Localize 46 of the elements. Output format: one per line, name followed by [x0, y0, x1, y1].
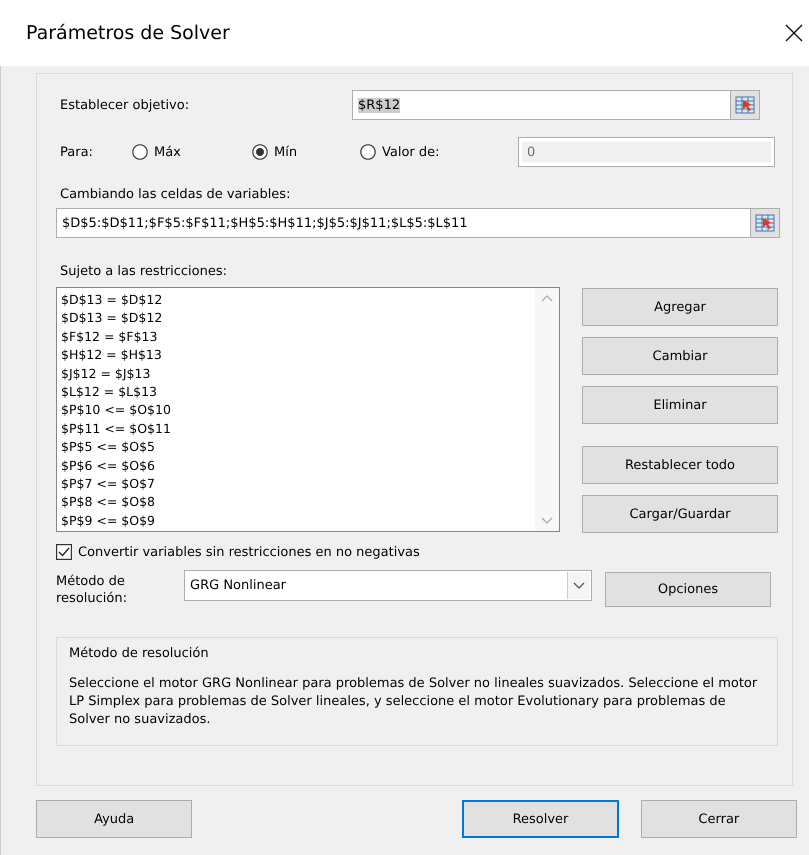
- constraint-item[interactable]: $H$12 = $H$13: [61, 346, 531, 365]
- variables-label: Cambiando las celdas de variables:: [59, 187, 292, 202]
- radio-label[interactable]: Máx: [154, 144, 181, 160]
- variables-field[interactable]: $D$5:$D$11;$F$5:$F$11;$H$5:$H$11;$J$5:$J$11;$L$5:$L$11: [56, 208, 780, 238]
- objective-label: Establecer objetivo:: [59, 98, 190, 112]
- constraint-button[interactable]: Eliminar: [582, 386, 778, 424]
- constraint-button[interactable]: Cargar/Guardar: [582, 495, 778, 533]
- range-select-icon[interactable]: [735, 96, 755, 114]
- dialog-button[interactable]: Ayuda: [36, 800, 192, 838]
- radio-button[interactable]: [252, 144, 268, 160]
- description-title: Método de resolución: [69, 646, 210, 661]
- constraint-item[interactable]: $P$9 <= $O$9: [61, 512, 531, 530]
- constraint-item[interactable]: $D$13 = $D$12: [61, 309, 531, 328]
- constraint-button[interactable]: Restablecer todo: [582, 446, 778, 484]
- constraint-item[interactable]: $P$11 <= $O$11: [61, 420, 531, 438]
- constraint-item[interactable]: $P$5 <= $O$5: [61, 438, 531, 457]
- checkbox[interactable]: [56, 544, 72, 560]
- constraint-item[interactable]: $L$12 = $L$13: [61, 383, 531, 402]
- constraint-item[interactable]: $D$13 = $D$12: [61, 291, 531, 310]
- constraint-item[interactable]: $P$8 <= $O$8: [61, 493, 531, 512]
- dialog-button[interactable]: Resolver: [462, 800, 619, 838]
- checkbox-label[interactable]: Convertir variables sin restricciones en no negativas: [78, 544, 420, 560]
- constraints-label: Sujeto a las restricciones:: [59, 264, 228, 279]
- dialog-button[interactable]: Cerrar: [640, 800, 797, 838]
- range-select-icon[interactable]: [755, 214, 775, 232]
- options-button[interactable]: Opciones: [605, 572, 771, 607]
- radio-label[interactable]: Mín: [274, 144, 298, 160]
- target-label: Para:: [59, 144, 94, 160]
- radio-label[interactable]: Valor de:: [382, 144, 440, 160]
- constraint-item[interactable]: $P$6 <= $O$6: [61, 456, 531, 476]
- method-dropdown[interactable]: GRG Nonlinear: [184, 570, 592, 601]
- radio-button[interactable]: [360, 144, 376, 160]
- constraint-item[interactable]: $P$10 <= $O$10: [61, 401, 531, 420]
- radio-button[interactable]: [132, 144, 148, 160]
- constraint-button[interactable]: Agregar: [582, 288, 778, 326]
- constraint-button[interactable]: Cambiar: [582, 337, 778, 375]
- constraint-item[interactable]: $F$12 = $F$13: [61, 328, 531, 346]
- description-text: Seleccione el motor GRG Nonlinear para problemas de Solver no lineales suavizados. Seleccione el motor LP Simplex para problemas de Solver lineales, y seleccione el motor Evolutionary para problemas de Solver no suavizados.: [69, 675, 758, 729]
- constraint-item[interactable]: $P$7 <= $O$7: [61, 475, 531, 494]
- caret-icon[interactable]: [573, 582, 585, 590]
- method-label: Método de resolución:: [56, 573, 128, 607]
- constraints-list[interactable]: $D$13 = $D$12 $D$13 = $D$12 $F$12 = $F$13 $H$12 = $H$13 $J$12 = $J$13 $L$12 = $L$13 $P$10 <= $O$10 $P$11 <= $O$11 $P$5 <= $O$5 $P$6 <= $O$6 $P$7 <= $O$7 $P$8 <= $O$8 $P$9 <= $O$9: [56, 287, 560, 532]
- window-title: Parámetros de Solver: [26, 22, 230, 44]
- objective-field[interactable]: $R$12: [352, 90, 760, 120]
- close-icon[interactable]: [783, 22, 805, 44]
- constraint-item[interactable]: $J$12 = $J$13: [61, 364, 531, 384]
